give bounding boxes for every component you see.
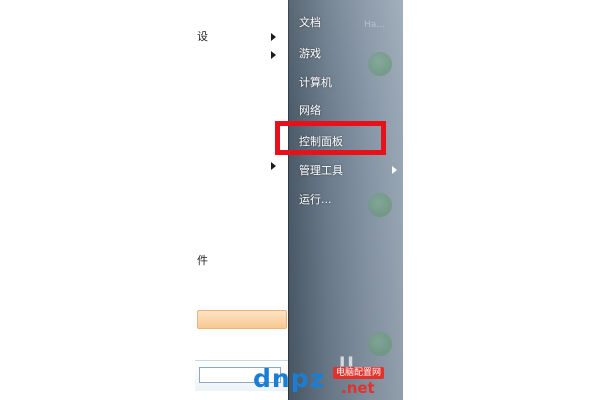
decorative-orb-icon [368, 52, 392, 76]
left-item-settings[interactable]: 设 [197, 28, 208, 44]
faint-header-text: Ha... [364, 20, 385, 30]
watermark-domain: .net [341, 379, 375, 397]
submenu-arrow-icon [271, 162, 276, 170]
watermark-brand: dnpz [253, 364, 326, 393]
menu-item-documents[interactable]: 文档 [299, 14, 321, 30]
site-watermark-logo: dnpz 电脑配置网 .net [253, 364, 413, 397]
menu-item-computer[interactable]: 计算机 [299, 74, 332, 90]
highlight-annotation-box [275, 121, 386, 155]
submenu-arrow-icon [271, 33, 276, 41]
start-menu-right-pane: 文档 游戏 计算机 网络 控制面板 管理工具 运行... [288, 0, 403, 400]
submenu-arrow-icon [271, 51, 276, 59]
menu-item-run[interactable]: 运行... [299, 191, 332, 207]
submenu-arrow-icon [392, 166, 397, 174]
all-programs-highlight[interactable] [197, 310, 287, 329]
watermark-badge: 电脑配置网 [333, 367, 385, 379]
menu-item-network[interactable]: 网络 [299, 102, 321, 118]
start-menu-left-pane: 设 件 [185, 0, 288, 400]
decorative-orb-icon [368, 193, 392, 217]
left-item-files[interactable]: 件 [197, 252, 208, 268]
menu-item-games[interactable]: 游戏 [299, 45, 321, 61]
decorative-orb-icon [368, 332, 392, 356]
menu-item-admin-tools[interactable]: 管理工具 [299, 162, 343, 178]
